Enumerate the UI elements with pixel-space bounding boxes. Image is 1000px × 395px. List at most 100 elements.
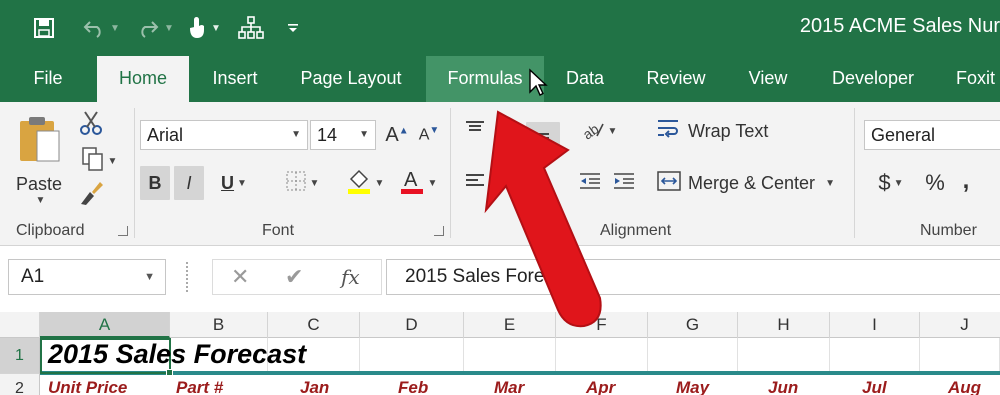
fill-handle[interactable] <box>166 369 173 376</box>
tab-developer[interactable]: Developer <box>818 56 928 102</box>
column-header-d[interactable]: D <box>360 312 464 338</box>
tab-foxit[interactable]: Foxit <box>946 56 1000 102</box>
orientation-button[interactable]: ab ▼ <box>574 116 624 146</box>
cell[interactable] <box>738 338 830 374</box>
insert-function-icon[interactable]: fx <box>341 260 360 294</box>
cell[interactable] <box>556 338 648 374</box>
redo-button[interactable]: ▼ <box>130 13 180 43</box>
underline-dropdown-icon[interactable]: ▼ <box>237 178 247 189</box>
column-header-e[interactable]: E <box>464 312 556 338</box>
font-color-dropdown-icon[interactable]: ▼ <box>428 178 438 189</box>
paste-label: Paste <box>15 173 63 194</box>
orientation-dropdown-icon[interactable]: ▼ <box>608 126 618 137</box>
save-button[interactable] <box>24 13 64 43</box>
tab-data[interactable]: Data <box>556 56 614 102</box>
column-header-h[interactable]: H <box>738 312 830 338</box>
title-bar: ▼ ▼ ▼ 2015 ACME Sales Nur <box>0 0 1000 56</box>
format-painter-icon <box>78 180 104 211</box>
touch-mode-dropdown-icon[interactable]: ▼ <box>211 23 221 34</box>
touch-mode-button[interactable]: ▼ <box>180 13 228 43</box>
row-header-2[interactable]: 2 <box>0 374 40 395</box>
borders-icon <box>285 170 307 197</box>
cell-g2-value: May <box>676 378 710 395</box>
tab-page-layout[interactable]: Page Layout <box>288 56 414 102</box>
bottom-align-button[interactable] <box>526 122 560 152</box>
font-color-button[interactable]: A ▼ <box>394 166 442 200</box>
decrease-font-size-button[interactable]: A▼ <box>416 120 442 150</box>
column-header-b[interactable]: B <box>170 312 268 338</box>
font-name-combo[interactable]: Arial ▼ <box>140 120 308 150</box>
comma-style-button[interactable]: , <box>954 164 978 198</box>
percent-style-button[interactable]: % <box>920 166 950 200</box>
decrease-indent-button[interactable] <box>574 166 606 200</box>
svg-text:A: A <box>404 169 418 191</box>
redo-dropdown-icon[interactable]: ▼ <box>164 23 174 34</box>
number-format-value: General <box>871 125 936 145</box>
column-header-f[interactable]: F <box>556 312 648 338</box>
worksheet-grid: A B C D E F G H I J 1 2 2015 Sales Forec… <box>0 312 1000 395</box>
column-headers: A B C D E F G H I J <box>0 312 1000 338</box>
merge-center-icon <box>656 170 682 197</box>
italic-button[interactable]: I <box>174 166 204 200</box>
row-header-1[interactable]: 1 <box>0 338 40 374</box>
tab-review[interactable]: Review <box>636 56 716 102</box>
increase-indent-button[interactable] <box>608 166 640 200</box>
cell[interactable] <box>920 338 1000 374</box>
enter-icon[interactable]: ✔ <box>285 260 303 294</box>
column-header-j[interactable]: J <box>920 312 1000 338</box>
name-box-dropdown-icon[interactable]: ▼ <box>144 260 155 294</box>
underline-button[interactable]: U ▼ <box>210 166 258 200</box>
top-align-button[interactable] <box>460 116 490 146</box>
column-header-g[interactable]: G <box>648 312 738 338</box>
customize-qat-button[interactable] <box>282 13 304 43</box>
tab-home[interactable]: Home <box>97 56 189 103</box>
number-format-combo[interactable]: General <box>864 120 1000 150</box>
align-left-button[interactable] <box>460 166 490 200</box>
merge-center-dropdown-icon[interactable]: ▼ <box>825 178 835 189</box>
fill-color-dropdown-icon[interactable]: ▼ <box>375 178 385 189</box>
cut-button[interactable] <box>76 110 106 140</box>
borders-dropdown-icon[interactable]: ▼ <box>310 178 320 189</box>
borders-button[interactable]: ▼ <box>276 166 328 200</box>
cell-border-accent <box>40 371 1000 375</box>
copy-dropdown-icon[interactable]: ▼ <box>108 156 118 167</box>
copy-button[interactable]: ▼ <box>76 146 122 176</box>
format-painter-button[interactable] <box>76 180 106 210</box>
tab-view[interactable]: View <box>736 56 800 102</box>
cell[interactable] <box>648 338 738 374</box>
name-box[interactable]: A1 ▼ <box>8 259 166 295</box>
ribbon-tabs: File Home Insert Page Layout Formulas Da… <box>0 56 1000 103</box>
increase-indent-icon <box>612 172 636 195</box>
font-size-combo[interactable]: 14 ▼ <box>310 120 376 150</box>
paste-dropdown-icon[interactable]: ▼ <box>36 195 46 206</box>
tab-insert[interactable]: Insert <box>200 56 270 102</box>
accounting-dropdown-icon[interactable]: ▼ <box>894 178 904 189</box>
select-all-corner[interactable] <box>0 312 40 338</box>
fill-color-button[interactable]: ▼ <box>340 166 390 200</box>
cancel-icon[interactable]: ✕ <box>231 260 249 294</box>
formula-bar-grip[interactable] <box>186 262 190 292</box>
underline-label: U <box>221 172 235 193</box>
scissors-icon <box>78 110 104 141</box>
column-header-a[interactable]: A <box>40 312 170 338</box>
merge-center-button[interactable]: Merge & Center ▼ <box>656 166 846 200</box>
accounting-format-button[interactable]: $ ▼ <box>866 166 916 200</box>
tab-file[interactable]: File <box>20 56 76 102</box>
cell[interactable] <box>830 338 920 374</box>
wrap-text-button[interactable]: Wrap Text <box>656 116 776 146</box>
undo-button[interactable]: ▼ <box>76 13 126 43</box>
column-header-i[interactable]: I <box>830 312 920 338</box>
cell[interactable] <box>464 338 556 374</box>
tab-formulas[interactable]: Formulas <box>426 56 544 102</box>
bold-button[interactable]: B <box>140 166 170 200</box>
undo-dropdown-icon[interactable]: ▼ <box>110 23 120 34</box>
paste-button[interactable]: Paste ▼ <box>10 110 68 210</box>
cell-a1-value: 2015 Sales Forecast <box>48 339 307 369</box>
clipboard-launcher-icon[interactable] <box>118 226 128 236</box>
formula-input[interactable]: 2015 Sales Forecast <box>386 259 1000 295</box>
cell[interactable] <box>360 338 464 374</box>
org-chart-button[interactable] <box>234 13 268 43</box>
column-header-c[interactable]: C <box>268 312 360 338</box>
font-launcher-icon[interactable] <box>434 226 444 236</box>
increase-font-size-button[interactable]: A▲ <box>384 120 410 150</box>
